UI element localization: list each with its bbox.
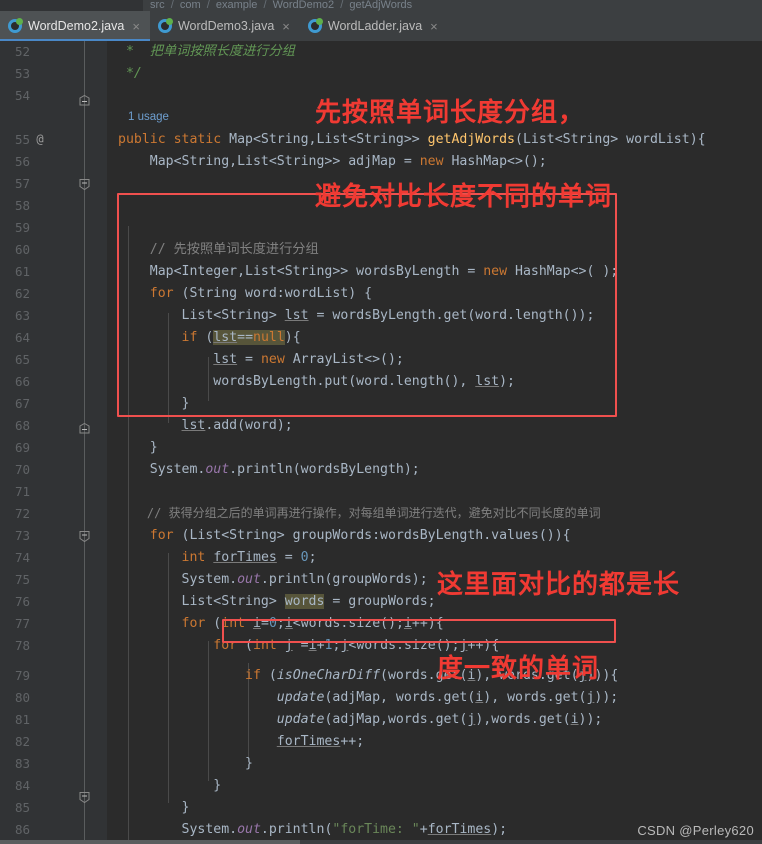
line-number: 61 xyxy=(14,264,30,279)
breadcrumb-separator: / xyxy=(263,0,267,11)
code-line[interactable]: 82 forTimes++; xyxy=(0,731,762,753)
horizontal-scrollbar-thumb[interactable] xyxy=(0,840,300,844)
horizontal-scrollbar[interactable] xyxy=(0,840,762,844)
line-number: 57 xyxy=(14,176,30,191)
watermark: CSDN @Perley620 xyxy=(637,823,754,838)
code-line[interactable]: 83 } xyxy=(0,753,762,775)
annotation-gutter-icon[interactable]: @ xyxy=(33,129,47,151)
line-number: 86 xyxy=(14,822,30,837)
line-number: 59 xyxy=(14,220,30,235)
line-number: 81 xyxy=(14,712,30,727)
line-number: 60 xyxy=(14,242,30,257)
editor-tab-bar: WordDemo2.java × WordDemo3.java × WordLa… xyxy=(0,11,762,41)
code-line[interactable]: 65 lst = new ArrayList<>(); xyxy=(0,349,762,371)
tab-worddemo2[interactable]: WordDemo2.java × xyxy=(0,11,150,41)
breadcrumb-separator: / xyxy=(170,0,174,11)
line-number: 58 xyxy=(14,198,30,213)
line-number: 64 xyxy=(14,330,30,345)
tab-label: WordLadder.java xyxy=(327,19,423,33)
annotation-line-2: 避免对比长度不同的单词 xyxy=(315,182,613,213)
line-number: 56 xyxy=(14,154,30,169)
breadcrumb-item-3[interactable]: WordDemo2 xyxy=(273,0,335,11)
line-number: 80 xyxy=(14,690,30,705)
line-number: 74 xyxy=(14,550,30,565)
annotation-line-1: 这里面对比的都是长 xyxy=(437,570,681,601)
breadcrumb-item-0[interactable]: src xyxy=(150,0,165,11)
code-line[interactable]: 71 xyxy=(0,481,762,503)
close-icon[interactable]: × xyxy=(428,20,438,33)
line-number: 67 xyxy=(14,396,30,411)
line-number: 70 xyxy=(14,462,30,477)
usage-hint[interactable]: 1 usage xyxy=(128,107,169,127)
code-line[interactable]: 60 // 先按照单词长度进行分组 xyxy=(0,239,762,261)
line-number: 77 xyxy=(14,616,30,631)
line-number: 53 xyxy=(14,66,30,81)
tab-wordladder[interactable]: WordLadder.java × xyxy=(300,11,448,41)
code-line[interactable]: 63 List<String> lst = wordsByLength.get(… xyxy=(0,305,762,327)
annotation-text-group-by-length: 先按照单词长度分组， 避免对比长度不同的单词 xyxy=(315,43,612,240)
line-number: 63 xyxy=(14,308,30,323)
line-number: 71 xyxy=(14,484,30,499)
annotation-line-1: 先按照单词长度分组， xyxy=(315,98,586,129)
line-number: 85 xyxy=(14,800,30,815)
line-number: 78 xyxy=(14,638,30,653)
code-line[interactable]: 85 } xyxy=(0,797,762,819)
code-line[interactable]: 66 wordsByLength.put(word.length(), lst)… xyxy=(0,371,762,393)
annotation-line-2: 度一致的单词 xyxy=(437,654,600,685)
code-line[interactable]: 70 System.out.println(wordsByLength); xyxy=(0,459,762,481)
line-number: 79 xyxy=(14,668,30,683)
tab-label: WordDemo2.java xyxy=(28,19,125,33)
annotation-text-same-length: 这里面对比的都是长 度一致的单词 xyxy=(437,515,680,712)
code-line[interactable]: 81 update(adjMap,words.get(j),words.get(… xyxy=(0,709,762,731)
close-icon[interactable]: × xyxy=(130,20,140,33)
code-line[interactable]: 61 Map<Integer,List<String>> wordsByLeng… xyxy=(0,261,762,283)
line-number: 52 xyxy=(14,44,30,59)
tab-worddemo3[interactable]: WordDemo3.java × xyxy=(150,11,300,41)
line-number: 54 xyxy=(14,88,30,103)
line-number: 84 xyxy=(14,778,30,793)
tab-label: WordDemo3.java xyxy=(177,19,275,33)
code-line[interactable]: 68 lst.add(word); xyxy=(0,415,762,437)
line-number: 55 xyxy=(14,132,30,147)
line-number: 75 xyxy=(14,572,30,587)
breadcrumb-left-shade xyxy=(0,0,143,11)
line-number: 83 xyxy=(14,756,30,771)
line-number: 65 xyxy=(14,352,30,367)
breadcrumb[interactable]: src / com / example / WordDemo2 / getAdj… xyxy=(0,0,762,11)
line-number: 69 xyxy=(14,440,30,455)
java-class-icon xyxy=(157,18,173,33)
line-number: 76 xyxy=(14,594,30,609)
breadcrumb-item-2[interactable]: example xyxy=(216,0,258,11)
code-line[interactable]: 62 for (String word:wordList) { xyxy=(0,283,762,305)
close-icon[interactable]: × xyxy=(280,20,290,33)
java-class-icon xyxy=(307,18,323,33)
code-line[interactable]: 64 if (lst==null){ xyxy=(0,327,762,349)
breadcrumb-item-4[interactable]: getAdjWords xyxy=(349,0,412,11)
breadcrumb-separator: / xyxy=(206,0,210,11)
code-line[interactable]: 84 } xyxy=(0,775,762,797)
line-number: 68 xyxy=(14,418,30,433)
line-number: 72 xyxy=(14,506,30,521)
code-line[interactable]: 67 } xyxy=(0,393,762,415)
java-class-icon xyxy=(8,18,23,33)
breadcrumb-separator: / xyxy=(340,0,344,11)
line-number: 73 xyxy=(14,528,30,543)
line-number: 62 xyxy=(14,286,30,301)
line-number: 82 xyxy=(14,734,30,749)
breadcrumb-item-1[interactable]: com xyxy=(180,0,201,11)
code-line[interactable]: 69 } xyxy=(0,437,762,459)
line-number: 66 xyxy=(14,374,30,389)
